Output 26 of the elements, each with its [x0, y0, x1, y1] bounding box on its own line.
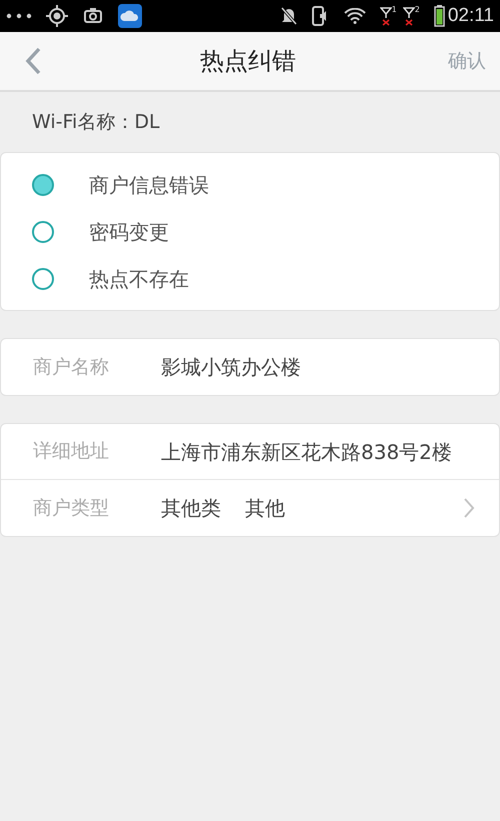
- back-chevron-icon: [24, 47, 42, 75]
- page-title: 热点纠错: [199, 46, 297, 77]
- reason-radio[interactable]: 密码变更: [1, 208, 499, 255]
- no-signal-icon: [402, 6, 415, 26]
- field-label: 商户名称: [33, 354, 110, 380]
- address-value: 上海市浦东新区花木路838号2楼: [161, 438, 452, 466]
- battery-icon: [434, 5, 445, 27]
- screenshot-icon: [82, 6, 104, 26]
- sim-label: 2: [414, 6, 420, 14]
- field-label: 商户类型: [33, 496, 110, 521]
- merchant-name-value: 影城小筑办公楼: [161, 354, 301, 381]
- bell-muted-icon: [280, 6, 298, 26]
- subcategory-value: 其他: [245, 495, 285, 522]
- chevron-right-icon[interactable]: [463, 497, 475, 519]
- location-icon: [46, 5, 68, 27]
- wifi-name-text: Wi-Fi名称：DL: [32, 110, 160, 135]
- field-label: 详细地址: [33, 439, 110, 464]
- clock-time: 02:11: [448, 4, 494, 28]
- reason-radio[interactable]: 商户信息错误: [1, 161, 499, 208]
- no-signal-icon: [380, 6, 392, 26]
- category-value: 其他类: [161, 495, 221, 522]
- cloud-app-icon: [118, 4, 142, 28]
- sim-label: 1: [392, 6, 397, 14]
- reason-radio[interactable]: 热点不存在: [1, 255, 499, 302]
- more-dots-icon: [6, 13, 32, 19]
- wifi-icon: [344, 8, 366, 24]
